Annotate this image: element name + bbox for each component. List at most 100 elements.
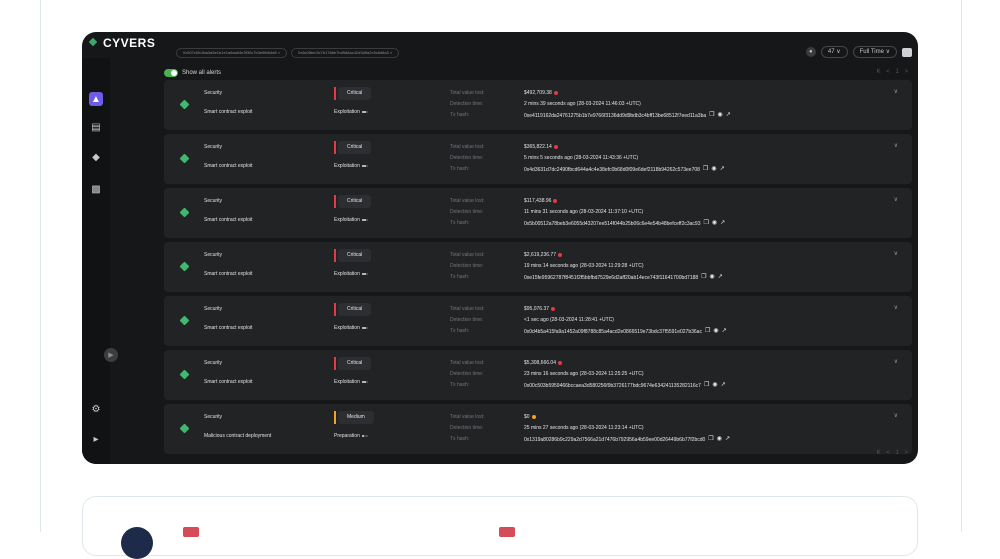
copy-icon[interactable]: ❐ [704,380,709,391]
expand-chevron-icon[interactable]: ∨ [894,196,898,203]
tx-hash[interactable]: 0xe15fe95962787f8451f2f5bbfbd7529e6d2aff… [524,275,698,281]
alert-row[interactable]: Security Malicious contract deployment M… [164,404,912,454]
field-values: $5,308,666.04 23 mins 16 seconds ago (28… [524,358,726,392]
logout-icon[interactable]: ▸ [89,432,103,446]
detection-time: 23 mins 16 seconds ago (28-03-2024 11:25… [524,371,644,377]
explorer-icon[interactable]: ◉ [710,272,715,283]
stage-dot [365,273,368,275]
report-icon[interactable]: ▩ [89,182,103,196]
field-labels: Total value lost: Detection time: Tx has… [450,250,484,283]
alert-type: Smart contract exploit [204,163,253,169]
explorer-icon[interactable]: ◉ [717,434,722,445]
stage-indicator [361,217,368,223]
severity-dot-icon [553,144,558,149]
copy-icon[interactable]: ❐ [709,110,714,121]
tx-hash[interactable]: 0x0d4b5a415fa9a1452a09f8788c85a4acd2e086… [524,329,702,335]
filter-chip[interactable]: 0x6c0f6ec3c7b1768e7bd9d8ac42d3d9a2c9c6d6… [291,48,400,58]
link-icon[interactable]: ↗ [725,434,730,445]
stage-indicator [361,271,368,277]
severity-badge: Critical [338,141,372,154]
time-range-select[interactable]: Full Time ∨ [852,46,897,58]
loss-value: $117,438.96 [524,198,552,204]
alert-row[interactable]: Security Smart contract exploit Critical… [164,350,912,400]
alert-icon[interactable]: ▲ [89,92,103,106]
alert-type: Smart contract exploit [204,217,253,223]
copy-icon[interactable]: ❐ [703,218,708,229]
chain-icon [180,153,189,165]
link-icon[interactable]: ↗ [718,272,723,283]
play-icon[interactable]: ▶ [104,348,118,362]
explorer-icon[interactable]: ◉ [713,326,718,337]
copy-icon[interactable]: ❐ [703,164,708,175]
severity-bar [334,411,336,424]
alert-row[interactable]: Security Smart contract exploit Critical… [164,188,912,238]
chain-icon [180,315,189,327]
link-icon[interactable]: ↗ [726,110,731,121]
alert-row[interactable]: Security Smart contract exploit Critical… [164,134,912,184]
link-icon[interactable]: ↗ [720,218,725,229]
pagination-bottom[interactable]: K < 1 > [877,450,910,456]
field-labels: Total value lost: Detection time: Tx has… [450,304,484,337]
chain-icon [180,261,189,273]
settings-icon[interactable]: ⚙ [89,402,103,416]
expand-chevron-icon[interactable]: ∨ [894,142,898,149]
loss-value: $0 [524,414,530,420]
count-select[interactable]: 47 ∨ [820,46,848,58]
severity-dot-icon [553,198,558,203]
alert-row[interactable]: Security Smart contract exploit Critical… [164,242,912,292]
tx-hash[interactable]: 0x1319a80286b9c229a2d7566a21d7476b792956… [524,437,705,443]
alert-row[interactable]: Security Smart contract exploit Critical… [164,296,912,346]
stage-label: Preparation [334,433,360,439]
tx-hash[interactable]: 0x4d3631d7dc2490fbcd644a4c4e38efc0b68d0f… [524,167,700,173]
chain-icon [180,423,189,435]
severity-dot-icon [557,252,562,257]
loss-value: $5,308,666.04 [524,360,556,366]
expand-chevron-icon[interactable]: ∨ [894,88,898,95]
expand-chevron-icon[interactable]: ∨ [894,250,898,257]
tx-hash[interactable]: 0x00c503b5959466bccaea3d580256f9b3726177… [524,383,701,389]
expand-chevron-icon[interactable]: ∨ [894,304,898,311]
copy-icon[interactable]: ❐ [708,434,713,445]
explorer-icon[interactable]: ◉ [712,218,717,229]
expand-chevron-icon[interactable]: ∨ [894,412,898,419]
stage-label: Exploitation [334,217,360,223]
copy-icon[interactable]: ❐ [705,326,710,337]
tx-hash[interactable]: 0xe4119162da24761275b1b7e9766f3136dd9d9b… [524,113,706,119]
inbox-icon[interactable]: ▤ [89,120,103,134]
alert-type: Smart contract exploit [204,379,253,385]
stage-label: Exploitation [334,109,360,115]
filter-chips: 0x507c0fc3ba3a5e1b1e1a9aa94e3f30c7b3e5fb… [176,48,400,58]
link-icon[interactable]: ↗ [722,326,727,337]
expand-chevron-icon[interactable]: ∨ [894,358,898,365]
alert-row[interactable]: Security Smart contract exploit Critical… [164,80,912,130]
alert-category: Security [204,144,223,150]
notification-icon[interactable]: ● [805,47,816,57]
link-icon[interactable]: ↗ [720,164,725,175]
filter-chip[interactable]: 0x507c0fc3ba3a5e1b1e1a9aa94e3f30c7b3e5fb… [176,48,288,58]
copy-icon[interactable]: ❐ [701,272,706,283]
attack-stage: Exploitation [334,379,368,385]
severity-bar [334,249,336,262]
stage-dot [365,165,368,167]
explorer-icon[interactable]: ◉ [712,380,717,391]
severity-badge: Critical [338,87,372,100]
shield-icon[interactable]: ◆ [89,150,103,164]
show-all-toggle[interactable] [164,69,178,77]
severity-bar [334,357,336,370]
severity-dot-icon [531,414,536,419]
tx-label: Tx hash: [450,112,470,118]
explorer-icon[interactable]: ◉ [711,164,716,175]
alert-type: Smart contract exploit [204,271,253,277]
loss-label: Total value lost: [450,306,485,312]
loss-label: Total value lost: [450,252,485,258]
brand-name: CYVERS [103,36,156,50]
explorer-icon[interactable]: ◉ [718,110,723,121]
tx-hash[interactable]: 0x5b00512a78beb3e6055d43207ee514f044b25b… [524,221,700,227]
export-icon[interactable] [902,47,912,57]
detection-time: 2 mins 39 seconds ago (28-03-2024 11:46:… [524,101,641,107]
next-card [82,496,918,559]
link-icon[interactable]: ↗ [721,380,726,391]
stage-dot [365,111,368,113]
loss-label: Total value lost: [450,144,485,150]
pagination-top[interactable]: K < 1 > [877,69,910,75]
